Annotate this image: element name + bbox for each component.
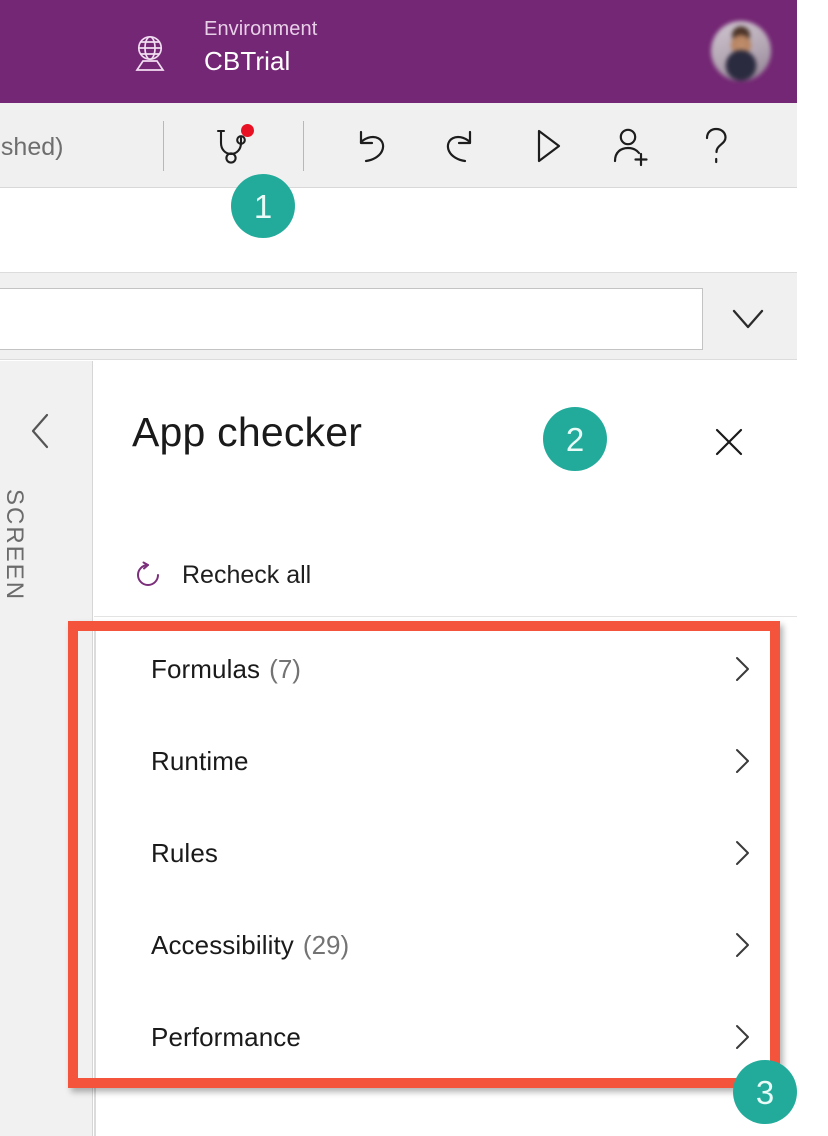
screen-rail: SCREEN [0,361,93,1136]
toolbar-divider [303,121,304,171]
chevron-right-icon [729,837,755,869]
formula-expand-button[interactable] [722,302,774,336]
globe-icon [130,31,170,73]
checker-item-formulas[interactable]: Formulas (7) [94,623,797,715]
environment-name: CBTrial [204,46,291,76]
collapse-rail-button[interactable] [24,409,58,453]
refresh-icon [132,559,164,591]
environment-label: Environment [204,18,318,40]
redo-button[interactable] [436,123,482,169]
chevron-right-icon [729,745,755,777]
undo-arrow-icon [359,130,385,163]
checker-item-label: Formulas [151,653,261,684]
checker-category-list: Formulas (7) Runtime Rules Accessibility… [94,623,797,1083]
app-checker-panel: App checker Recheck all Formulas (7) Run… [94,361,797,1136]
app-checker-button[interactable] [209,123,255,169]
help-button[interactable] [693,123,739,169]
power-apps-studio: Environment CBTrial ublished) [0,0,828,1136]
chevron-down-icon [732,309,764,329]
formula-input[interactable] [0,288,703,350]
chevron-right-icon [729,1021,755,1053]
step-badge-3: 3 [733,1060,797,1124]
recheck-all-button[interactable]: Recheck all [132,559,311,591]
command-bar: ublished) [0,103,797,188]
panel-title: App checker [132,409,363,455]
step-badge-1: 1 [231,174,295,238]
undo-button[interactable] [349,123,395,169]
close-x-icon [715,428,743,456]
recheck-all-label: Recheck all [182,560,312,589]
question-mark-icon [705,127,727,164]
alert-badge-dot [241,124,254,137]
checker-item-label: Performance [151,1021,301,1052]
step-badge-2: 2 [543,407,607,471]
redo-arrow-icon [446,130,472,163]
share-button[interactable] [608,123,654,169]
user-avatar[interactable] [711,21,771,81]
play-triangle-icon [537,129,561,163]
chevron-right-icon [729,929,755,961]
toolbar-divider [163,121,164,171]
chevron-left-icon [31,413,49,449]
checker-item-label: Runtime [151,745,249,776]
person-add-icon [613,128,648,167]
checker-item-runtime[interactable]: Runtime [94,715,797,807]
checker-item-rules[interactable]: Rules [94,807,797,899]
checker-item-accessibility[interactable]: Accessibility (29) [94,899,797,991]
app-header-bar: Environment CBTrial [0,0,797,103]
close-panel-button[interactable] [711,424,747,460]
checker-item-label: Accessibility [151,929,294,960]
preview-button[interactable] [524,123,570,169]
checker-item-label: Rules [151,837,218,868]
checker-item-performance[interactable]: Performance [94,991,797,1083]
panel-divider [94,616,797,617]
formula-bar-row [0,272,797,360]
environment-info: Environment CBTrial [204,16,317,78]
chevron-right-icon [729,653,755,685]
checker-item-count: (29) [302,929,350,960]
checker-item-count: (7) [269,653,301,684]
screen-section-label: SCREEN [1,489,28,602]
app-status-text: ublished) [0,133,64,161]
